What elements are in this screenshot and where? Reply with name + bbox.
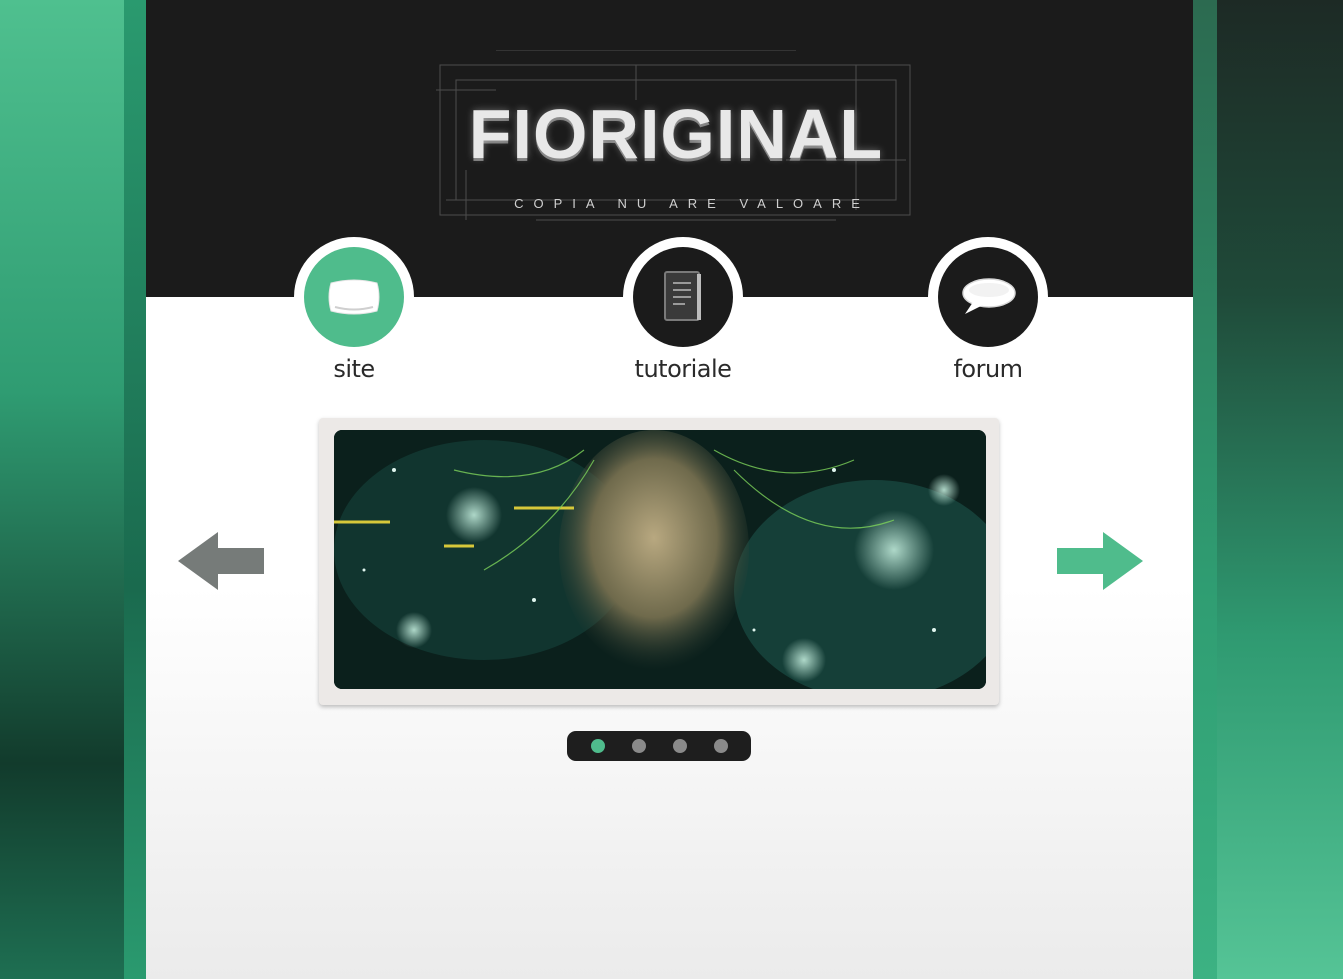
nav-label-tutoriale: tutoriale xyxy=(634,355,732,383)
next-arrow-button[interactable] xyxy=(1057,530,1145,596)
book-icon xyxy=(664,271,701,321)
prev-arrow-button[interactable] xyxy=(178,530,266,596)
slide-dot-4[interactable] xyxy=(713,739,728,753)
nav-item-tutoriale[interactable]: tutoriale xyxy=(618,237,748,383)
right-side-panel xyxy=(1193,0,1343,979)
arrow-left-icon xyxy=(178,532,264,590)
logo-title: FIORIGINAL xyxy=(468,95,884,173)
slider-frame xyxy=(319,418,999,705)
nav-item-forum[interactable]: forum xyxy=(923,237,1053,383)
nav-circle-forum[interactable] xyxy=(928,237,1048,357)
slide-image[interactable] xyxy=(334,430,986,689)
logo-tagline: COPIA NU ARE VALOARE xyxy=(514,196,870,211)
nav-circle-tutoriale[interactable] xyxy=(623,237,743,357)
nav-circle-site[interactable] xyxy=(294,237,414,357)
left-side-panel xyxy=(0,0,146,979)
slide-dot-3[interactable] xyxy=(672,739,687,753)
main-column: FIORIGINAL COPIA NU ARE VALOARE site tut… xyxy=(146,0,1193,979)
logo[interactable]: FIORIGINAL COPIA NU ARE VALOARE xyxy=(436,50,916,225)
pillow-icon xyxy=(328,279,380,315)
nav-label-forum: forum xyxy=(953,355,1023,383)
slide-artwork xyxy=(334,430,986,689)
slide-dot-2[interactable] xyxy=(631,739,646,753)
slider-pagination xyxy=(567,731,751,761)
speech-bubble-icon xyxy=(962,278,1016,314)
arrow-right-icon xyxy=(1057,532,1143,590)
slide-dot-1[interactable] xyxy=(590,739,605,753)
nav-item-site[interactable]: site xyxy=(289,237,419,383)
nav-label-site: site xyxy=(333,355,375,383)
